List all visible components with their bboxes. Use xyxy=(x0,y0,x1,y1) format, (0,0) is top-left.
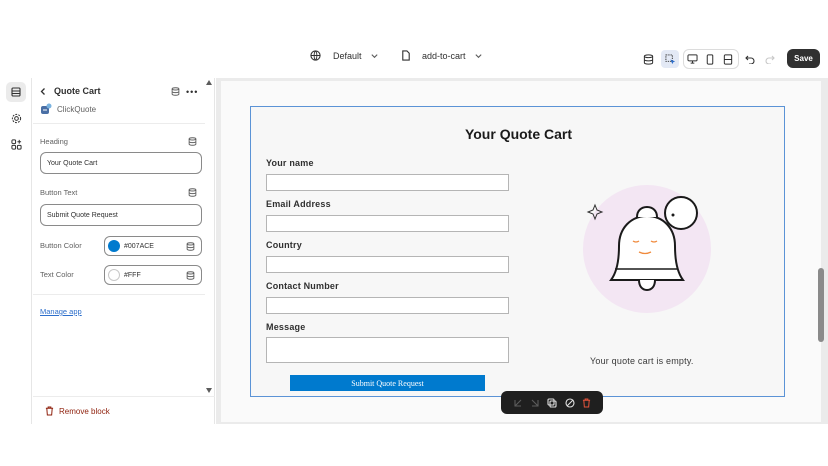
chevron-down-icon xyxy=(370,54,378,59)
desktop-view-button[interactable] xyxy=(683,50,701,68)
email-label: Email Address xyxy=(266,199,331,209)
fullwidth-view-button[interactable] xyxy=(719,50,737,68)
canvas-scrollbar[interactable] xyxy=(818,268,824,342)
page-icon xyxy=(402,50,410,61)
button-text-label: Button Text xyxy=(40,188,78,197)
heading-input[interactable]: Your Quote Cart xyxy=(40,152,202,174)
app-logo xyxy=(41,103,52,114)
bell-illustration xyxy=(583,185,711,313)
button-color-value: #007ACE xyxy=(124,242,154,250)
name-label: Your name xyxy=(266,158,314,168)
database-button[interactable] xyxy=(639,50,657,68)
scroll-up-icon[interactable] xyxy=(206,80,212,85)
inspector-icon xyxy=(664,53,675,64)
empty-cart-message: Your quote cart is empty. xyxy=(590,356,694,366)
panel-header: Quote Cart ••• ClickQuote xyxy=(33,78,205,124)
settings-icon xyxy=(11,113,21,123)
template-selector[interactable]: add-to-cart xyxy=(401,50,483,61)
button-color-label: Button Color xyxy=(40,241,82,250)
scroll-down-icon[interactable] xyxy=(206,388,212,393)
text-color-picker[interactable]: #FFF xyxy=(104,265,202,285)
message-textarea[interactable] xyxy=(266,337,509,363)
sections-button[interactable] xyxy=(6,82,26,102)
country-input[interactable] xyxy=(266,256,509,273)
fullwidth-icon xyxy=(723,53,733,65)
apps-button[interactable] xyxy=(6,134,26,154)
redo-button[interactable] xyxy=(761,50,779,68)
move-up-icon[interactable] xyxy=(513,398,523,408)
submit-quote-button[interactable]: Submit Quote Request xyxy=(290,375,485,391)
redo-icon xyxy=(765,55,775,64)
database-icon[interactable] xyxy=(186,270,195,280)
name-input[interactable] xyxy=(266,174,509,191)
sections-icon xyxy=(11,87,21,97)
database-icon[interactable] xyxy=(188,188,197,197)
remove-block-label: Remove block xyxy=(59,406,110,416)
database-icon[interactable] xyxy=(188,137,197,146)
remove-block-button[interactable]: Remove block xyxy=(45,406,110,416)
chevron-down-icon xyxy=(474,54,482,59)
desktop-icon xyxy=(686,54,698,64)
template-label: add-to-cart xyxy=(422,50,466,61)
save-button[interactable]: Save xyxy=(787,49,820,68)
divider xyxy=(33,396,215,397)
divider xyxy=(33,294,205,295)
color-swatch[interactable] xyxy=(108,269,120,281)
trash-icon xyxy=(45,406,54,416)
theme-label: Default xyxy=(333,50,362,61)
duplicate-icon[interactable] xyxy=(547,397,558,408)
move-down-icon[interactable] xyxy=(530,398,540,408)
contact-number-input[interactable] xyxy=(266,297,509,314)
block-settings-panel: Quote Cart ••• ClickQuote Heading Your Q… xyxy=(33,78,215,424)
text-color-value: #FFF xyxy=(124,271,141,279)
color-swatch[interactable] xyxy=(108,240,120,252)
panel-scrollbar[interactable] xyxy=(205,78,214,398)
app-name: ClickQuote xyxy=(57,105,97,114)
database-icon[interactable] xyxy=(171,87,180,96)
hide-icon[interactable] xyxy=(565,397,575,408)
heading-label: Heading xyxy=(40,137,68,146)
inspector-button[interactable] xyxy=(661,50,679,68)
more-icon[interactable]: ••• xyxy=(186,87,198,97)
undo-button[interactable] xyxy=(741,50,759,68)
preview-canvas: Your Quote Cart Your name Email Address … xyxy=(216,78,828,424)
quote-cart-heading: Your Quote Cart xyxy=(464,126,573,142)
database-icon xyxy=(643,53,653,65)
trash-icon[interactable] xyxy=(582,397,591,408)
theme-selector[interactable]: Default xyxy=(310,50,379,61)
country-label: Country xyxy=(266,240,302,250)
message-label: Message xyxy=(266,322,306,332)
back-arrow-icon[interactable] xyxy=(39,87,47,96)
database-icon[interactable] xyxy=(186,241,195,251)
quote-cart-block[interactable]: Your Quote Cart Your name Email Address … xyxy=(250,106,785,414)
panel-title: Quote Cart xyxy=(54,86,101,96)
undo-icon xyxy=(745,55,755,64)
text-color-label: Text Color xyxy=(40,270,74,279)
email-input[interactable] xyxy=(266,215,509,232)
button-text-input[interactable]: Submit Quote Request xyxy=(40,204,202,226)
block-toolbar xyxy=(501,391,603,414)
theme-settings-button[interactable] xyxy=(6,108,26,128)
mobile-icon xyxy=(706,53,714,65)
button-color-picker[interactable]: #007ACE xyxy=(104,236,202,256)
mobile-view-button[interactable] xyxy=(701,50,719,68)
editor-topbar: Default add-to-cart Save xyxy=(0,40,828,78)
editor-rail xyxy=(0,78,32,424)
globe-icon xyxy=(310,50,321,61)
preview-frame: Your Quote Cart Your name Email Address … xyxy=(221,81,821,422)
apps-icon xyxy=(10,138,22,150)
manage-app-link[interactable]: Manage app xyxy=(40,307,82,316)
contact-number-label: Contact Number xyxy=(266,281,339,291)
